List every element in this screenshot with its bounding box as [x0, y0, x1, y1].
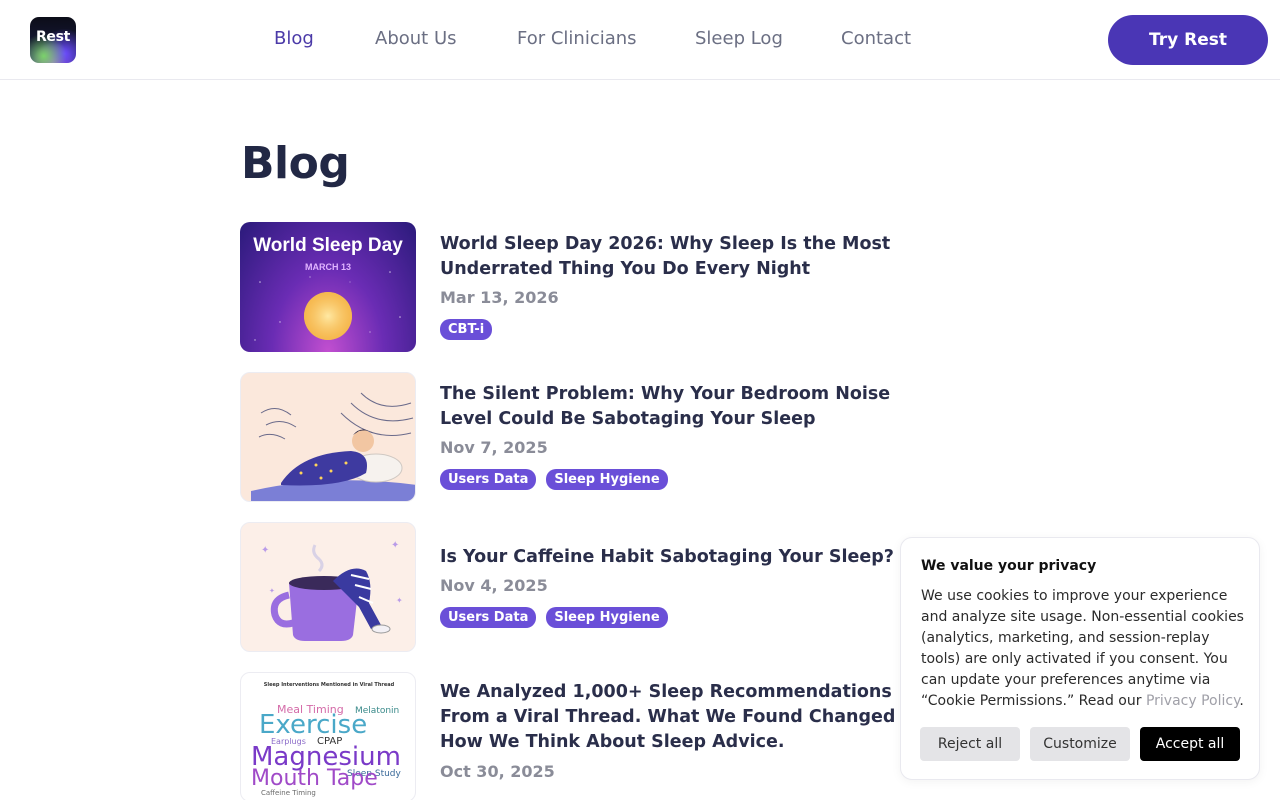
nav-about-us[interactable]: About Us: [375, 28, 457, 49]
coffee-mug-illustration: ✦ ✦ ✦ ✦: [261, 540, 403, 641]
post-date: Nov 7, 2025: [440, 438, 548, 457]
nav-contact[interactable]: Contact: [841, 28, 911, 49]
svg-text:✦: ✦: [391, 540, 399, 551]
post-thumbnail[interactable]: Sleep Interventions Mentioned in Viral T…: [240, 672, 416, 800]
post-title[interactable]: We Analyzed 1,000+ Sleep Recommendations…: [440, 680, 940, 755]
word-mouth-tape: Mouth Tape: [251, 766, 378, 791]
cookie-body: We use cookies to improve your experienc…: [921, 586, 1246, 712]
post-thumbnail[interactable]: [240, 372, 416, 502]
post-title[interactable]: The Silent Problem: Why Your Bedroom Noi…: [440, 382, 920, 432]
svg-text:✦: ✦: [261, 545, 269, 556]
customize-button[interactable]: Customize: [1030, 727, 1130, 761]
sleeping-person-illustration: [251, 392, 415, 501]
thumb-date: MARCH 13: [305, 262, 351, 272]
tag-sleep-hygiene[interactable]: Sleep Hygiene: [546, 469, 668, 490]
blog-post-card[interactable]: Sleep Interventions Mentioned in Viral T…: [240, 672, 920, 800]
post-title[interactable]: World Sleep Day 2026: Why Sleep Is the M…: [440, 232, 920, 282]
tag-users-data[interactable]: Users Data: [440, 469, 537, 490]
reject-all-button[interactable]: Reject all: [920, 727, 1020, 761]
svg-text:✦: ✦: [396, 596, 403, 605]
word-cloud-image: Sleep Interventions Mentioned in Viral T…: [251, 682, 402, 797]
post-date: Oct 30, 2025: [440, 762, 555, 781]
tag-users-data[interactable]: Users Data: [440, 607, 537, 628]
tag-sleep-hygiene[interactable]: Sleep Hygiene: [546, 607, 668, 628]
blog-post-card[interactable]: World Sleep Day MARCH 13 World Sleep Day…: [240, 222, 920, 352]
nav-blog[interactable]: Blog: [274, 28, 314, 49]
try-rest-button[interactable]: Try Rest: [1108, 15, 1268, 65]
tag-cbt-i[interactable]: CBT-i: [440, 319, 493, 340]
post-thumbnail[interactable]: ✦ ✦ ✦ ✦: [240, 522, 416, 652]
cookie-body-end: .: [1239, 693, 1244, 709]
nav-sleep-log[interactable]: Sleep Log: [695, 28, 783, 49]
cookie-body-text: We use cookies to improve your experienc…: [921, 588, 1244, 709]
word-caffeine-timing: Caffeine Timing: [261, 789, 316, 797]
site-header: Rest Blog About Us For Clinicians Sleep …: [0, 0, 1280, 80]
post-thumbnail[interactable]: World Sleep Day MARCH 13: [240, 222, 416, 352]
thumb-title: World Sleep Day: [253, 235, 403, 256]
blog-post-card[interactable]: ✦ ✦ ✦ ✦ Is Your Caffeine Habit Sabotaging Y…: [240, 522, 920, 652]
nav-for-clinicians[interactable]: For Clinicians: [517, 28, 637, 49]
rest-logo[interactable]: Rest: [30, 17, 76, 63]
cookie-consent-banner: We value your privacy We use cookies to …: [900, 537, 1260, 780]
world-sleep-day-image: World Sleep Day MARCH 13: [253, 235, 403, 341]
post-tags: Users Data Sleep Hygiene: [440, 469, 668, 490]
accept-all-button[interactable]: Accept all: [1140, 727, 1240, 761]
word-exercise: Exercise: [259, 710, 367, 740]
cookie-title: We value your privacy: [921, 558, 1097, 574]
post-title[interactable]: Is Your Caffeine Habit Sabotaging Your S…: [440, 545, 920, 570]
post-date: Mar 13, 2026: [440, 288, 559, 307]
privacy-policy-link[interactable]: Privacy Policy: [1146, 693, 1239, 709]
post-tags: Users Data Sleep Hygiene: [440, 607, 668, 628]
page-title: Blog: [241, 138, 350, 189]
post-tags: CBT-i: [440, 319, 493, 340]
word-cloud-title: Sleep Interventions Mentioned in Viral T…: [264, 682, 395, 688]
blog-post-card[interactable]: The Silent Problem: Why Your Bedroom Noi…: [240, 372, 920, 502]
svg-text:✦: ✦: [269, 587, 275, 595]
post-date: Nov 4, 2025: [440, 576, 548, 595]
logo-text: Rest: [35, 29, 71, 45]
